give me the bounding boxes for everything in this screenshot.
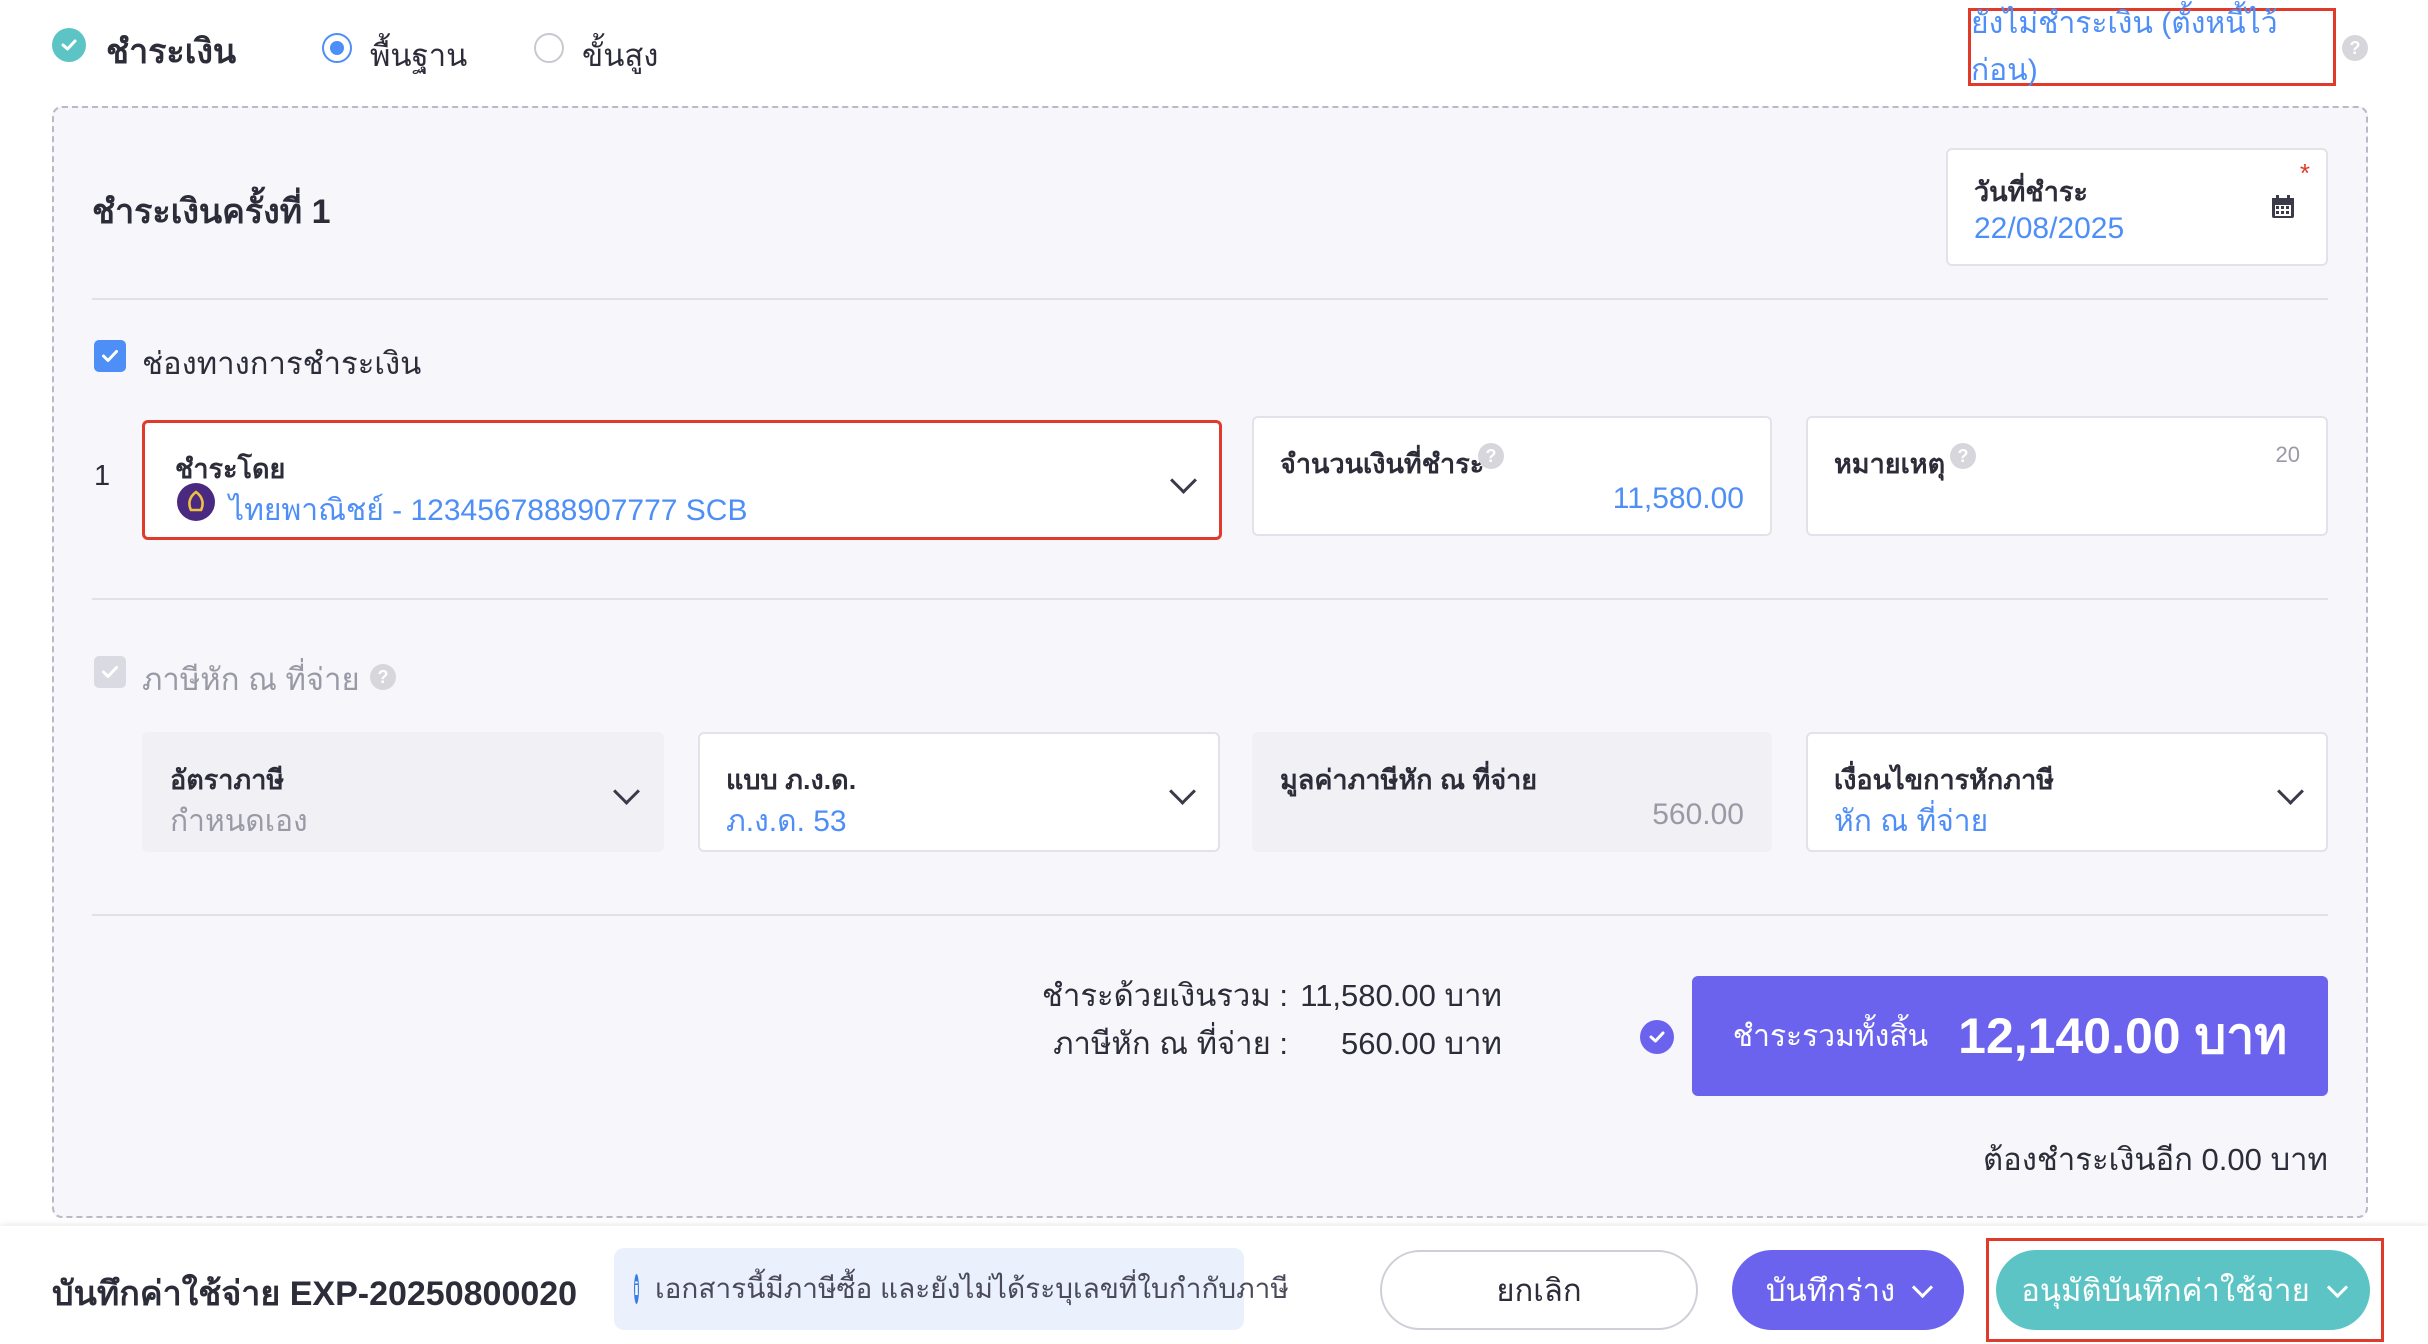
chevron-down-icon xyxy=(2277,778,2304,805)
section-divider xyxy=(92,598,2328,600)
info-icon: i xyxy=(634,1274,640,1304)
payment-date-value: 22/08/2025 xyxy=(1974,212,2125,245)
wht-amount-field: มูลค่าภาษีหัก ณ ที่จ่าย 560.00 xyxy=(1252,732,1772,852)
grand-total-box: ชำระรวมทั้งสิ้น 12,140.00 บาท xyxy=(1692,976,2328,1096)
scb-bank-logo-icon xyxy=(177,483,215,521)
note-field[interactable]: หมายเหตุ ? 20 xyxy=(1806,416,2328,536)
unpaid-help-icon[interactable]: ? xyxy=(2342,35,2368,61)
wht-summary-value: 560.00 บาท xyxy=(1341,1026,1502,1061)
mode-advanced-radio[interactable] xyxy=(534,33,564,63)
tax-rate-value: กำหนดเอง xyxy=(170,805,308,838)
chevron-down-icon[interactable] xyxy=(1912,1276,1934,1298)
save-draft-label: บันทึกร่าง xyxy=(1765,1273,1896,1308)
tax-rate-select[interactable]: อัตราภาษี กำหนดเอง xyxy=(142,732,664,852)
mode-basic-label[interactable]: พื้นฐาน xyxy=(370,30,467,80)
tax-form-select[interactable]: แบบ ภ.ง.ด. ภ.ง.ด. 53 xyxy=(698,732,1220,852)
chevron-down-icon xyxy=(1169,778,1196,805)
note-char-counter: 20 xyxy=(2275,442,2300,467)
payment-status-check-icon xyxy=(52,28,86,62)
amount-help-icon[interactable]: ? xyxy=(1478,443,1504,469)
tax-rate-label: อัตราภาษี xyxy=(170,765,285,795)
tax-form-value: ภ.ง.ด. 53 xyxy=(726,805,847,838)
calendar-icon[interactable] xyxy=(2270,194,2296,225)
paid-total-label: ชำระด้วยเงินรวม : xyxy=(1041,978,1288,1013)
tax-invoice-notice: i เอกสารนี้มีภาษีซื้อ และยังไม่ได้ระบุเล… xyxy=(614,1248,1289,1330)
withholding-tax-label: ภาษีหัก ณ ที่จ่าย xyxy=(142,662,360,697)
approve-expense-label: อนุมัติบันทึกค่าใช้จ่าย xyxy=(2021,1273,2310,1308)
wht-amount-value: 560.00 xyxy=(1652,798,1744,831)
cancel-button[interactable]: ยกเลิก xyxy=(1380,1250,1698,1330)
tax-invoice-notice-text: เอกสารนี้มีภาษีซื้อ และยังไม่ได้ระบุเลขท… xyxy=(655,1273,1289,1304)
paid-by-select[interactable]: ชำระโดย ไทยพาณิชย์ - 1234567888907777 SC… xyxy=(142,420,1222,540)
document-title: บันทึกค่าใช้จ่าย EXP-20250800020 xyxy=(52,1275,578,1313)
paid-by-value: ไทยพาณิชย์ - 1234567888907777 SCB xyxy=(229,494,748,527)
payment-date-label: วันที่ชำระ xyxy=(1974,177,2088,207)
grand-total-label: ชำระรวมทั้งสิ้น xyxy=(1732,1019,1929,1053)
payment-row-number: 1 xyxy=(94,460,111,492)
payment-channel-label: ช่องทางการชำระเงิน xyxy=(142,346,422,381)
withholding-help-icon[interactable]: ? xyxy=(370,664,396,690)
chevron-down-icon xyxy=(613,778,640,805)
required-asterisk: * xyxy=(2299,158,2310,188)
payment-amount-field[interactable]: จำนวนเงินที่ชำระ ? 11,580.00 xyxy=(1252,416,1772,536)
note-label: หมายเหตุ xyxy=(1834,449,1946,479)
mode-basic-radio[interactable] xyxy=(322,33,352,63)
wht-summary-label: ภาษีหัก ณ ที่จ่าย : xyxy=(1053,1026,1288,1061)
mode-advanced-label[interactable]: ขั้นสูง xyxy=(582,30,658,80)
chevron-down-icon[interactable] xyxy=(2326,1276,2348,1298)
withholding-tax-checkbox[interactable] xyxy=(94,656,126,688)
section-divider xyxy=(92,914,2328,916)
payment-amount-value: 11,580.00 xyxy=(1612,482,1744,515)
payment-channel-checkbox[interactable] xyxy=(94,340,126,372)
paid-total-value: 11,580.00 บาท xyxy=(1300,978,1502,1013)
payment-amount-label: จำนวนเงินที่ชำระ xyxy=(1280,449,1485,479)
payment-date-field[interactable]: วันที่ชำระ * 22/08/2025 xyxy=(1946,148,2328,266)
remaining-balance: ต้องชำระเงินอีก 0.00 บาท xyxy=(1982,1142,2328,1177)
section-divider xyxy=(92,298,2328,300)
payment-round-title: ชำระเงินครั้งที่ 1 xyxy=(92,193,331,231)
save-draft-button[interactable]: บันทึกร่าง xyxy=(1732,1250,1964,1330)
grand-total-value: 12,140.00 บาท xyxy=(1958,1007,2288,1064)
cancel-button-label: ยกเลิก xyxy=(1496,1273,1582,1308)
tax-form-label: แบบ ภ.ง.ด. xyxy=(726,765,857,795)
payment-section-heading: ชำระเงิน xyxy=(106,33,237,71)
unpaid-defer-link[interactable]: ยังไม่ชำระเงิน (ตั้งหนี้ไว้ก่อน) xyxy=(1968,7,2336,87)
total-confirm-check-icon xyxy=(1640,1020,1674,1054)
wht-amount-label: มูลค่าภาษีหัก ณ ที่จ่าย xyxy=(1280,765,1538,795)
wht-condition-label: เงื่อนไขการหักภาษี xyxy=(1834,765,2055,795)
note-help-icon[interactable]: ? xyxy=(1950,443,1976,469)
wht-condition-value: หัก ณ ที่จ่าย xyxy=(1834,805,1989,838)
wht-condition-select[interactable]: เงื่อนไขการหักภาษี หัก ณ ที่จ่าย xyxy=(1806,732,2328,852)
chevron-down-icon xyxy=(1170,467,1197,494)
approve-expense-button[interactable]: อนุมัติบันทึกค่าใช้จ่าย xyxy=(1996,1250,2370,1330)
